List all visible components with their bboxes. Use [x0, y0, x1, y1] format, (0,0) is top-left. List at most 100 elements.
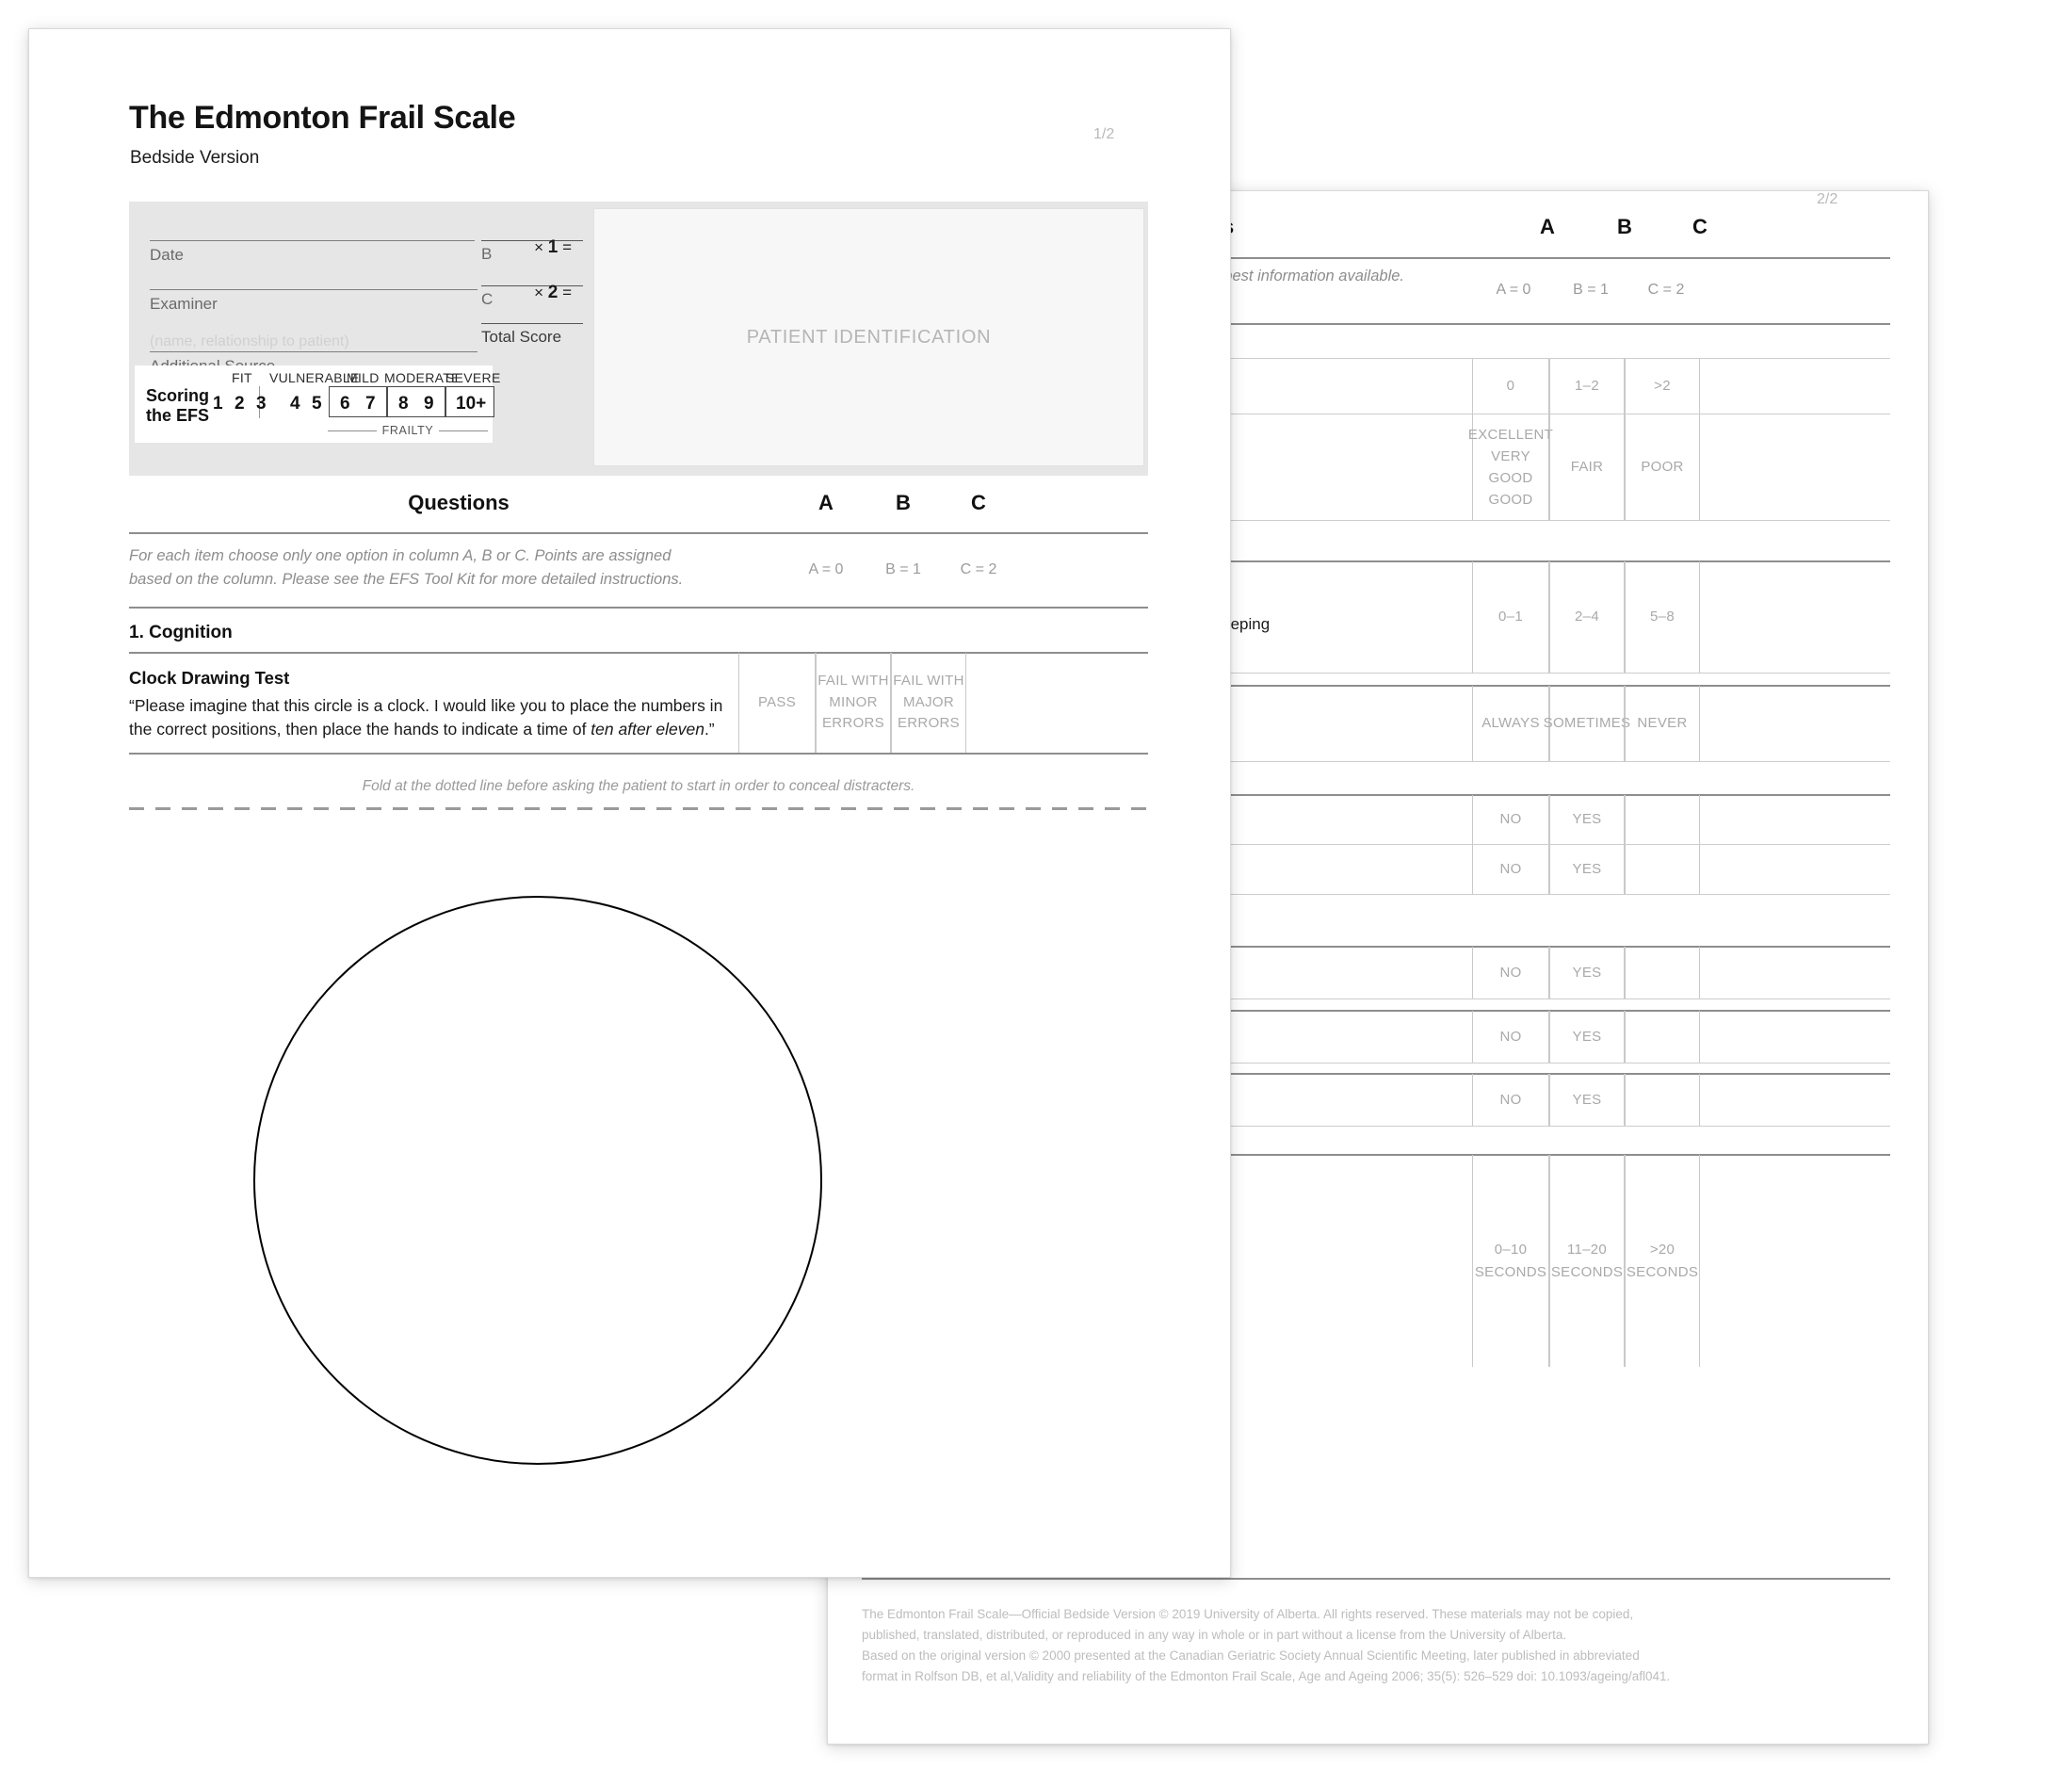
examiner-label: Examiner	[150, 295, 218, 313]
document-stage: 2/2 uestions A B C column B or C, then s…	[0, 0, 2072, 1786]
mild-box[interactable]	[329, 386, 387, 417]
column-a-header: A	[1540, 215, 1555, 238]
option-a[interactable]: NO	[1472, 947, 1549, 999]
option-c[interactable]	[1625, 947, 1700, 999]
footer-divider	[862, 1578, 1890, 1580]
category-mild: MILD	[347, 370, 380, 385]
frailty-bracket: FRAILTY	[328, 424, 489, 437]
option-c[interactable]	[1625, 1074, 1700, 1126]
footer-copyright: The Edmonton Frail Scale—Official Bedsid…	[862, 1604, 1860, 1686]
total-score-row[interactable]: Total Score	[481, 322, 583, 347]
fold-dotted-line	[129, 807, 1148, 810]
option-c[interactable]: NEVER	[1625, 686, 1700, 761]
option-a[interactable]: PASS	[738, 653, 816, 753]
total-score-input-line[interactable]	[481, 322, 583, 324]
point-value-a: A = 0	[808, 561, 844, 577]
score-6: 6	[340, 394, 350, 414]
moderate-box[interactable]	[387, 386, 445, 417]
point-value-b: B = 1	[885, 561, 921, 577]
point-value-a: A = 0	[1496, 282, 1531, 298]
option-c[interactable]	[1625, 1011, 1700, 1063]
examiner-field[interactable]: Examiner	[150, 288, 478, 314]
score-column: × 1 = B × 2 = C Total Score	[481, 219, 583, 360]
option-b[interactable]: SOMETIMES	[1544, 686, 1630, 761]
option-a[interactable]: NO	[1472, 1011, 1549, 1063]
clock-drawing-test-row[interactable]: Clock Drawing Test “Please imagine that …	[129, 653, 1148, 753]
b-multiplier: × 1 =	[534, 237, 572, 257]
additional-source-input-line[interactable]	[150, 350, 478, 352]
option-c[interactable]: >2	[1625, 359, 1700, 414]
option-c[interactable]	[1625, 795, 1700, 844]
column-b-header: B	[1617, 215, 1632, 238]
page-1: The Edmonton Frail Scale Bedside Version…	[28, 28, 1231, 1578]
date-input-line[interactable]	[150, 239, 475, 241]
option-c[interactable]: POOR	[1625, 414, 1700, 520]
frailty-line-left	[328, 430, 377, 431]
page-title: The Edmonton Frail Scale	[129, 100, 516, 136]
header-divider	[129, 532, 1148, 534]
score-b-row[interactable]: × 1 = B	[481, 237, 583, 264]
prompt-italic: ten after eleven	[591, 720, 704, 739]
examiner-input-line[interactable]	[150, 288, 478, 290]
option-b[interactable]: YES	[1549, 845, 1625, 894]
category-fit: FIT	[232, 370, 252, 385]
clock-drawing-test-question: Clock Drawing Test “Please imagine that …	[129, 668, 732, 742]
section-title-cognition: 1. Cognition	[129, 623, 233, 642]
option-b[interactable]: 1–2	[1549, 359, 1625, 414]
page-1-table-header: Questions A B C	[129, 491, 1148, 533]
fold-instruction: Fold at the dotted line before asking th…	[362, 778, 915, 794]
option-b[interactable]: FAIR	[1549, 414, 1625, 520]
score-c-row[interactable]: × 2 = C	[481, 283, 583, 309]
clock-drawing-circle[interactable]	[253, 896, 822, 1465]
option-b[interactable]: FAIL WITH MINOR ERRORS	[816, 653, 891, 753]
scoring-strip: Scoring the EFS FIT VULNERABLE MILD MODE…	[135, 365, 500, 443]
option-c[interactable]: FAIL WITH MAJOR ERRORS	[891, 653, 966, 753]
patient-identification-box[interactable]: PATIENT IDENTIFICATION	[593, 208, 1144, 466]
frailty-line-right	[439, 430, 489, 431]
score-10-plus: 10+	[456, 394, 487, 414]
clock-drawing-test-prompt: “Please imagine that this circle is a cl…	[129, 694, 732, 742]
option-c[interactable]	[1625, 845, 1700, 894]
option-c[interactable]: 5–8	[1625, 561, 1700, 673]
date-field[interactable]: Date	[150, 239, 475, 265]
scoring-label-line-1: Scoring	[146, 386, 210, 405]
option-b[interactable]: YES	[1549, 947, 1625, 999]
option-c[interactable]: >20 SECONDS	[1625, 1155, 1700, 1367]
date-label: Date	[150, 246, 184, 264]
patient-identification-placeholder: PATIENT IDENTIFICATION	[746, 326, 992, 348]
page-subtitle: Bedside Version	[130, 148, 260, 168]
score-4: 4	[290, 394, 300, 414]
column-b-header: B	[896, 491, 911, 514]
option-b[interactable]: YES	[1549, 795, 1625, 844]
point-value-b: B = 1	[1573, 282, 1609, 298]
option-a[interactable]: EXCELLENT VERY GOOD GOOD	[1468, 414, 1553, 520]
option-a[interactable]: NO	[1472, 1074, 1549, 1126]
c-multiplier: × 2 =	[534, 283, 572, 302]
score-5: 5	[312, 394, 322, 414]
total-score-label: Total Score	[481, 328, 562, 346]
option-b[interactable]: YES	[1549, 1074, 1625, 1126]
clock-test-bottom-rule	[129, 753, 1148, 755]
option-b[interactable]: YES	[1549, 1011, 1625, 1063]
frailty-label: FRAILTY	[381, 424, 434, 437]
footer-line-1: The Edmonton Frail Scale—Official Bedsid…	[862, 1607, 1634, 1621]
column-a-header: A	[818, 491, 834, 514]
option-b[interactable]: 11–20 SECONDS	[1549, 1155, 1625, 1367]
option-a[interactable]: NO	[1472, 845, 1549, 894]
column-c-header: C	[1692, 215, 1708, 238]
option-a[interactable]: 0–10 SECONDS	[1472, 1155, 1549, 1367]
column-c-header: C	[971, 491, 986, 514]
option-a[interactable]: 0–1	[1472, 561, 1549, 673]
point-value-c: C = 2	[960, 561, 997, 577]
instructions-divider	[129, 607, 1148, 609]
score-7: 7	[365, 394, 376, 414]
questions-column-header: Questions	[408, 491, 510, 514]
scoring-strip-label: Scoring the EFS	[146, 386, 209, 425]
clock-drawing-test-title: Clock Drawing Test	[129, 668, 290, 688]
page-2-number: 2/2	[1817, 191, 1838, 207]
option-a[interactable]: NO	[1472, 795, 1549, 844]
footer-line-2: published, translated, distributed, or r…	[862, 1627, 1567, 1642]
option-a[interactable]: ALWAYS	[1472, 686, 1549, 761]
option-b[interactable]: 2–4	[1549, 561, 1625, 673]
option-a[interactable]: 0	[1472, 359, 1549, 414]
